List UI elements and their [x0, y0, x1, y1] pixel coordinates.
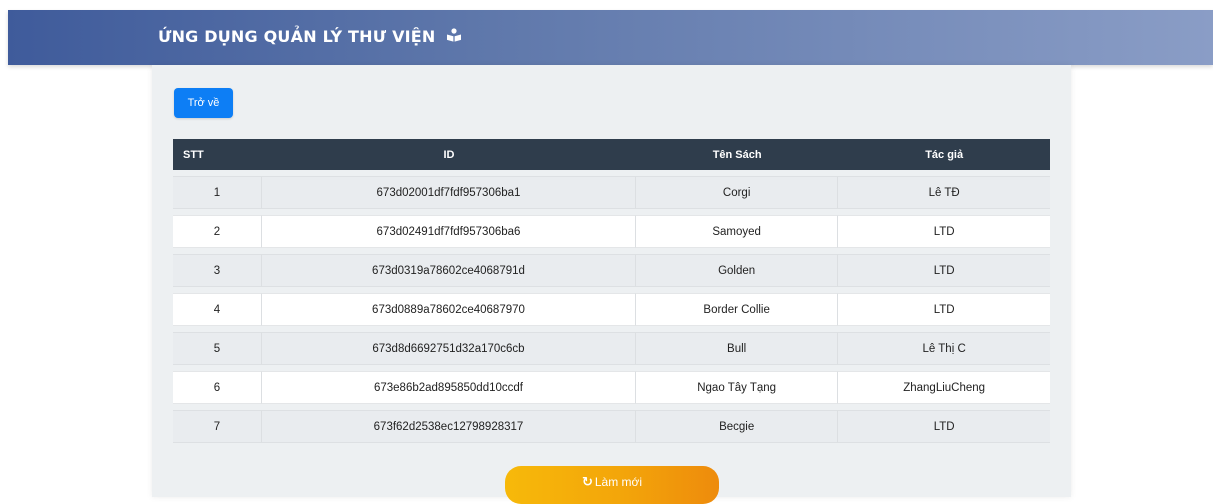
- column-header-stt: STT: [183, 148, 204, 161]
- cell-id: 673d0319a78602ce4068791d: [261, 254, 637, 287]
- cell-author: Lê TĐ: [838, 176, 1050, 209]
- cell-stt: 6: [173, 371, 262, 404]
- cell-author: LTD: [838, 410, 1050, 443]
- app-header: ỨNG DỤNG QUẢN LÝ THƯ VIỆN: [8, 10, 1213, 65]
- table-row: 5 673d8d6692751d32a170c6cb Bull Lê Thị C: [173, 332, 1050, 365]
- cell-author: Lê Thị C: [838, 332, 1050, 365]
- cell-book-name: Border Collie: [636, 293, 839, 326]
- column-header-book-name: Tên Sách: [712, 148, 762, 161]
- table-row: 7 673f62d2538ec12798928317 Becgie LTD: [173, 410, 1050, 443]
- app-title: ỨNG DỤNG QUẢN LÝ THƯ VIỆN: [158, 27, 436, 46]
- table-row: 6 673e86b2ad895850dd10ccdf Ngao Tây Tạng…: [173, 371, 1050, 404]
- cell-stt: 4: [173, 293, 262, 326]
- cell-book-name: Corgi: [636, 176, 839, 209]
- books-table: STT ID Tên Sách Tác giả 1 673d02001df7fd…: [173, 139, 1050, 443]
- cell-book-name: Becgie: [636, 410, 839, 443]
- table-row: 4 673d0889a78602ce40687970 Border Collie…: [173, 293, 1050, 326]
- cell-stt: 7: [173, 410, 262, 443]
- cell-stt: 1: [173, 176, 262, 209]
- book-reader-icon: [446, 27, 462, 46]
- table-row: 2 673d02491df7fdf957306ba6 Samoyed LTD: [173, 215, 1050, 248]
- cell-stt: 3: [173, 254, 262, 287]
- cell-book-name: Bull: [636, 332, 839, 365]
- table-row: 3 673d0319a78602ce4068791d Golden LTD: [173, 254, 1050, 287]
- table-row: 1 673d02001df7fdf957306ba1 Corgi Lê TĐ: [173, 176, 1050, 209]
- cell-book-name: Golden: [636, 254, 839, 287]
- cell-book-name: Samoyed: [636, 215, 839, 248]
- refresh-icon: ↻: [581, 474, 593, 490]
- cell-author: LTD: [838, 254, 1050, 287]
- refresh-button-label: Làm mới: [594, 474, 643, 489]
- main-panel: Trở về STT ID Tên Sách Tác giả 1 673d020…: [152, 65, 1071, 504]
- cell-book-name: Ngao Tây Tạng: [636, 371, 839, 404]
- cell-stt: 2: [173, 215, 262, 248]
- cell-author: LTD: [838, 293, 1050, 326]
- cell-id: 673d02491df7fdf957306ba6: [261, 215, 637, 248]
- cell-stt: 5: [173, 332, 262, 365]
- app-title-wrapper: ỨNG DỤNG QUẢN LÝ THƯ VIỆN: [158, 27, 462, 46]
- cell-id: 673f62d2538ec12798928317: [261, 410, 637, 443]
- column-header-id: ID: [443, 148, 455, 161]
- back-button[interactable]: Trở về: [174, 88, 233, 118]
- cell-id: 673d0889a78602ce40687970: [261, 293, 637, 326]
- cell-author: ZhangLiuCheng: [838, 371, 1050, 404]
- cell-id: 673e86b2ad895850dd10ccdf: [261, 371, 637, 404]
- cell-id: 673d02001df7fdf957306ba1: [261, 176, 637, 209]
- refresh-button[interactable]: ↻ Làm mới: [505, 466, 719, 504]
- cell-author: LTD: [838, 215, 1050, 248]
- table-header-row: STT ID Tên Sách Tác giả: [173, 139, 1050, 170]
- column-header-author: Tác giả: [925, 148, 964, 161]
- cell-id: 673d8d6692751d32a170c6cb: [261, 332, 637, 365]
